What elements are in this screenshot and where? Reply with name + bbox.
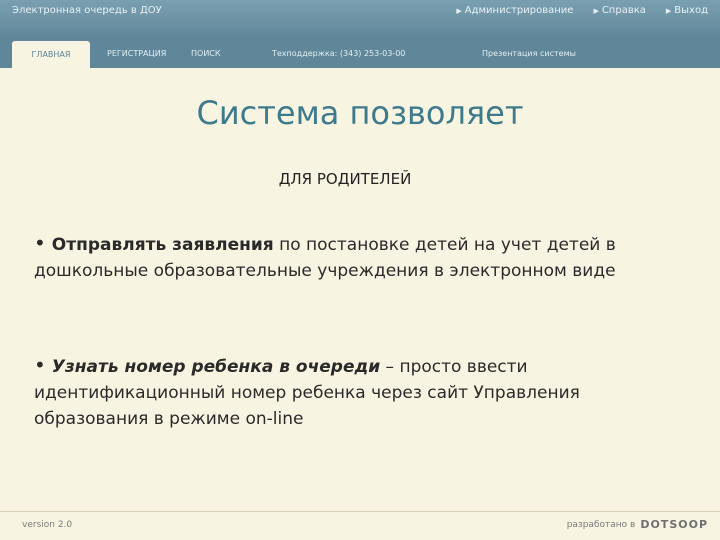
- slide-subtitle: ДЛЯ РОДИТЕЛЕЙ: [278, 170, 412, 188]
- bullet-bold: Отправлять заявления: [51, 235, 274, 255]
- top-bar: Электронная очередь в ДОУ ▶ Администриро…: [0, 0, 720, 40]
- bullet-item: • Узнать номер ребенка в очереди – просто…: [34, 352, 674, 432]
- support-phone: Техподдержка: (343) 253-03-00: [272, 49, 406, 58]
- bullet-item: • Отправлять заявления по постановке дете…: [34, 230, 674, 284]
- help-link[interactable]: ▶ Справка: [593, 5, 645, 16]
- app-title: Электронная очередь в ДОУ: [12, 5, 162, 16]
- top-links: ▶ Администрирование ▶ Справка ▶ Выход: [456, 5, 708, 16]
- help-link-label: Справка: [601, 5, 646, 16]
- tab-search[interactable]: ПОИСК: [191, 40, 221, 68]
- developer-credit: разработано в DOTSOOP: [567, 518, 708, 531]
- bullet-dot-icon: •: [34, 353, 46, 377]
- tab-home[interactable]: ГЛАВНАЯ: [12, 41, 90, 68]
- triangle-right-icon: ▶: [665, 6, 672, 15]
- presentation-link[interactable]: Презентация системы: [482, 40, 576, 68]
- admin-link[interactable]: ▶ Администрирование: [456, 5, 573, 16]
- tab-registration[interactable]: РЕГИСТРАЦИЯ: [107, 40, 166, 68]
- bullet-bold: Узнать номер ребенка в очереди: [51, 357, 381, 377]
- triangle-right-icon: ▶: [593, 6, 599, 15]
- logout-link[interactable]: ▶ Выход: [666, 5, 708, 16]
- logout-link-label: Выход: [674, 5, 708, 16]
- tab-bar: ГЛАВНАЯ РЕГИСТРАЦИЯ ПОИСК Техподдержка: …: [0, 40, 720, 68]
- triangle-right-icon: ▶: [456, 6, 462, 15]
- bullet-dot-icon: •: [34, 231, 46, 255]
- developer-logo[interactable]: DOTSOOP: [640, 518, 708, 531]
- developer-label: разработано в: [566, 519, 636, 530]
- slide-title: Система позволяет: [196, 94, 524, 132]
- admin-link-label: Администрирование: [464, 5, 574, 16]
- footer-divider: [0, 511, 720, 512]
- version-label: version 2.0: [22, 520, 73, 530]
